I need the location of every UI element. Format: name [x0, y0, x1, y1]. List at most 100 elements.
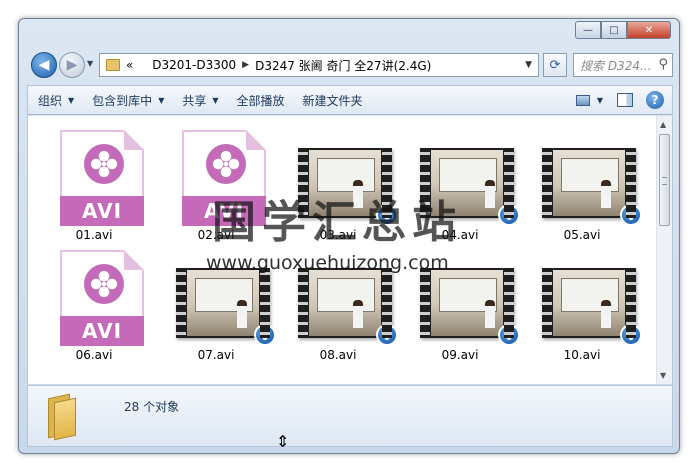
media-player-icon	[376, 324, 398, 346]
avi-file-icon: AVI	[60, 130, 144, 226]
breadcrumb-separator-icon[interactable]: ▶	[242, 60, 249, 70]
chevron-down-icon: ▼	[68, 95, 75, 105]
video-thumbnail	[298, 148, 398, 226]
file-item[interactable]: 10.avi	[534, 242, 642, 362]
file-item[interactable]: 04.avi	[412, 122, 520, 242]
file-name: 10.avi	[563, 348, 601, 362]
video-thumbnail	[420, 268, 520, 346]
toolbar-right: ▼ ?	[564, 90, 666, 110]
file-item[interactable]: 09.avi	[412, 242, 520, 362]
media-player-icon	[498, 324, 520, 346]
lecturer	[601, 180, 611, 208]
file-item[interactable]: AVI 01.avi	[46, 122, 144, 242]
media-player-icon	[498, 204, 520, 226]
preview-pane-icon	[617, 93, 633, 107]
share-menu[interactable]: 共享 ▼	[172, 86, 226, 114]
vertical-scrollbar[interactable]: ▲ ▼	[656, 116, 672, 384]
avi-label: AVI	[182, 196, 266, 226]
avi-label: AVI	[60, 316, 144, 346]
file-item[interactable]	[534, 362, 630, 384]
file-name: 02.avi	[197, 228, 235, 242]
file-name: 01.avi	[75, 228, 113, 242]
grip-icon	[662, 177, 667, 185]
navigation-bar: ◀ ▶ ▼ « ▶ D3201-D3300 ▶ D3247 张阃 奇门 全27讲…	[27, 49, 673, 79]
close-button[interactable]: ✕	[627, 21, 671, 39]
video-thumbnail	[298, 268, 398, 346]
include-in-library-label: 包含到库中	[92, 93, 153, 108]
file-item[interactable]: 03.avi	[290, 122, 398, 242]
item-count: 28 个对象	[124, 400, 180, 414]
media-player-icon	[620, 324, 642, 346]
share-label: 共享	[182, 93, 207, 108]
file-item[interactable]: 08.avi	[290, 242, 398, 362]
view-dropdown-icon[interactable]: ▼	[594, 90, 606, 110]
avi-file-icon: AVI	[60, 250, 144, 346]
file-name: 08.avi	[319, 348, 357, 362]
folder-icon	[48, 393, 78, 441]
file-item[interactable]	[412, 362, 508, 384]
resize-cursor-icon: ⇕	[276, 432, 290, 451]
whiteboard	[317, 278, 375, 312]
minimize-button[interactable]: —	[575, 21, 601, 39]
help-button[interactable]: ?	[644, 90, 666, 110]
folder-icon	[106, 59, 120, 71]
include-in-library-menu[interactable]: 包含到库中 ▼	[82, 86, 172, 114]
breadcrumb-item[interactable]: D3247 张阃 奇门 全27讲(2.4G)	[255, 57, 431, 74]
video-thumbnail	[542, 268, 642, 346]
video-thumbnail	[176, 268, 276, 346]
scroll-up-icon[interactable]: ▲	[660, 120, 666, 129]
file-name: 09.avi	[441, 348, 479, 362]
avi-label: AVI	[60, 196, 144, 226]
chevron-down-icon: ▼	[158, 95, 165, 105]
search-placeholder: 搜索 D324...	[580, 58, 652, 73]
file-item[interactable]	[168, 362, 264, 384]
caption-buttons: — □ ✕	[575, 21, 671, 39]
file-name: 07.avi	[197, 348, 235, 362]
help-icon: ?	[646, 91, 664, 109]
media-player-icon	[254, 324, 276, 346]
breadcrumb-overflow[interactable]: «	[126, 58, 133, 72]
file-list: AVI 01.avi AVI 02.avi 03.avi 04.avi 05.avi AVI 0…	[27, 116, 673, 384]
file-name: 05.avi	[563, 228, 601, 242]
view-icon	[576, 94, 590, 106]
search-input[interactable]: 搜索 D324... ⚲	[573, 53, 673, 77]
avi-file-icon: AVI	[182, 130, 266, 226]
file-name: 03.avi	[319, 228, 357, 242]
file-item[interactable]	[46, 362, 142, 384]
video-thumbnail	[420, 148, 520, 226]
explorer-window: — □ ✕ ◀ ▶ ▼ « ▶ D3201-D3300 ▶ D3247 张阃 奇…	[18, 18, 680, 454]
maximize-button[interactable]: □	[601, 21, 627, 39]
whiteboard	[317, 158, 375, 192]
file-item[interactable]: 07.avi	[168, 242, 276, 362]
change-view-button[interactable]	[572, 90, 594, 110]
forward-button[interactable]: ▶	[59, 52, 85, 78]
address-dropdown-icon[interactable]: ▼	[525, 60, 532, 70]
lecturer	[485, 180, 495, 208]
breadcrumb-item[interactable]: D3201-D3300	[152, 58, 236, 72]
scrollbar-thumb[interactable]	[659, 134, 670, 226]
back-button[interactable]: ◀	[31, 52, 57, 78]
media-player-icon	[376, 204, 398, 226]
lecturer	[601, 300, 611, 328]
film-reel-icon	[206, 144, 246, 184]
film-reel-icon	[84, 264, 124, 304]
file-item[interactable]: AVI 06.avi	[46, 242, 144, 362]
file-item[interactable]: 05.avi	[534, 122, 642, 242]
refresh-button[interactable]: ⟳	[543, 53, 567, 77]
organize-label: 组织	[38, 93, 63, 108]
lecturer	[353, 300, 363, 328]
film-reel-icon	[84, 144, 124, 184]
recent-pages-dropdown-icon[interactable]: ▼	[87, 59, 93, 68]
file-item[interactable]: AVI 02.avi	[168, 122, 266, 242]
new-folder-button[interactable]: 新建文件夹	[293, 86, 371, 114]
new-folder-label: 新建文件夹	[302, 93, 363, 108]
organize-menu[interactable]: 组织 ▼	[28, 86, 82, 114]
address-bar[interactable]: « ▶ D3201-D3300 ▶ D3247 张阃 奇门 全27讲(2.4G)…	[99, 53, 539, 77]
lecturer	[237, 300, 247, 328]
file-item[interactable]	[290, 362, 386, 384]
media-player-icon	[620, 204, 642, 226]
preview-pane-button[interactable]	[614, 90, 636, 110]
scroll-down-icon[interactable]: ▼	[660, 371, 666, 380]
search-icon[interactable]: ⚲	[658, 57, 668, 72]
play-all-button[interactable]: 全部播放	[227, 86, 293, 114]
